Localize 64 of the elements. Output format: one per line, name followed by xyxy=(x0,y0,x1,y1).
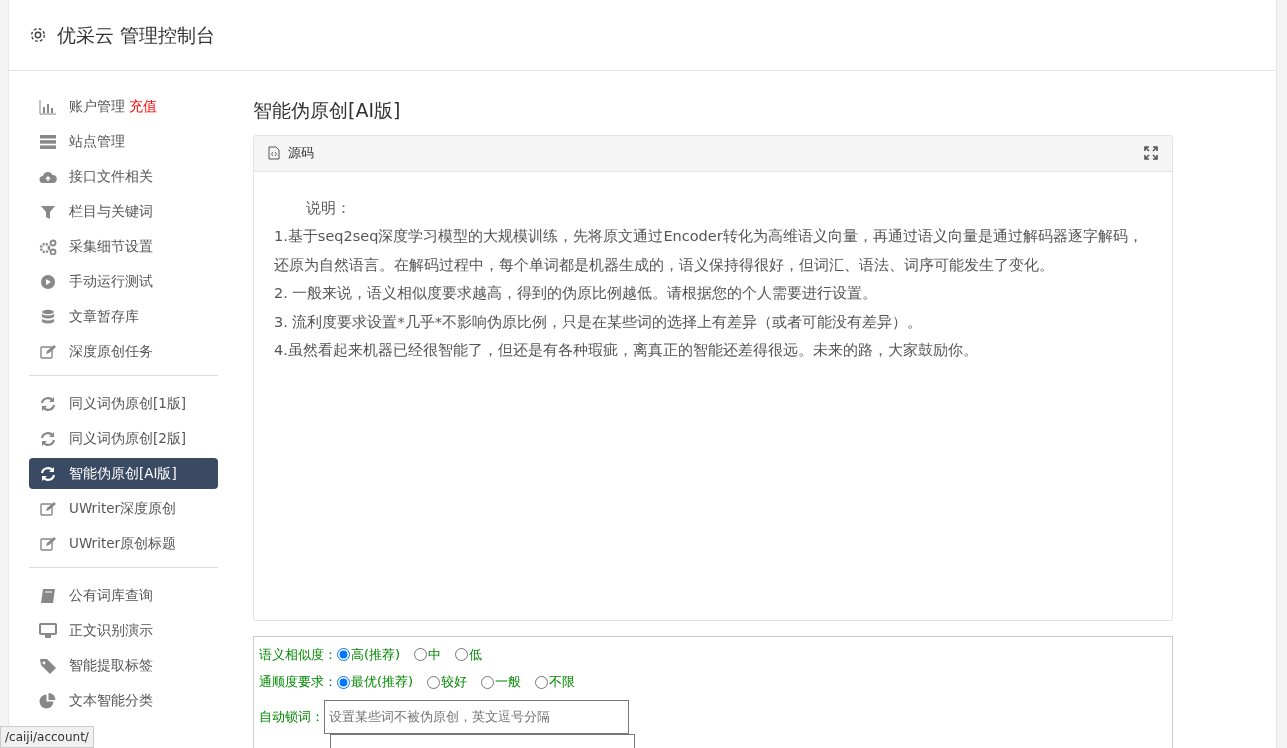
fullscreen-icon[interactable] xyxy=(1144,146,1158,161)
radio-button[interactable] xyxy=(414,648,428,662)
sidebar-item[interactable]: UWriter深度原创 xyxy=(29,493,218,524)
bar-chart-icon xyxy=(39,98,57,115)
sidebar-item[interactable]: 采集细节设置 xyxy=(29,231,218,262)
radio-label[interactable]: 较好 xyxy=(441,672,468,692)
description-text: 1.基于seq2seq深度学习模型的大规模训练，先将原文通过Encoder转化为高维语义向量，再通过语义向量是通过解码器逐字解码，还原为自然语言。在解码过程中，每个单词都是机器生成的，语义保持得很好，但词汇、语法、词序可能发生了变化。 xyxy=(274,227,1144,275)
settings-icon xyxy=(29,26,47,44)
refresh-icon xyxy=(39,395,57,412)
app-title: 优采云 管理控制台 xyxy=(57,23,216,47)
sidebar-item[interactable]: 正文识别演示 xyxy=(29,615,218,646)
radio-label[interactable]: 高(推荐) xyxy=(351,644,401,665)
page-title: 智能伪原创[AI版] xyxy=(253,99,402,122)
tag-icon xyxy=(39,657,57,674)
sidebar-item[interactable]: 账户管理 充值 xyxy=(29,91,218,122)
monitor-icon xyxy=(39,622,57,639)
refresh-icon xyxy=(39,465,57,482)
gears-icon xyxy=(39,238,57,255)
option-label: 通顺度要求： xyxy=(259,673,337,692)
description-text: 说明： xyxy=(305,198,352,218)
sidebar-item[interactable]: UWriter原创标题 xyxy=(29,528,218,559)
radio-label[interactable]: 低 xyxy=(469,644,483,665)
filter-icon xyxy=(39,203,57,220)
server-icon xyxy=(39,133,57,150)
radio-label[interactable]: 中 xyxy=(428,644,442,665)
edit-icon xyxy=(39,500,57,517)
edit-icon xyxy=(39,535,57,552)
radio-label[interactable]: 最优(推荐) xyxy=(351,672,414,692)
sidebar-item[interactable]: 接口文件相关 xyxy=(29,161,218,192)
radio-label[interactable]: 一般 xyxy=(495,672,522,692)
sidebar-item[interactable]: 文章暂存库 xyxy=(29,301,218,332)
refresh-icon xyxy=(39,430,57,447)
option-label: 语义相似度： xyxy=(259,645,337,664)
radio-button[interactable] xyxy=(427,675,441,689)
description-text: 4.虽然看起来机器已经很智能了，但还是有各种瑕疵，离真正的智能还差得很远。未来的路，大家鼓励你。 xyxy=(274,341,979,361)
status-url: /caiji/account/ xyxy=(0,726,94,748)
description-text: 3. 流利度要求设置*几乎*不影响伪原比例，只是在某些词的选择上有差异（或者可能没有差异）。 xyxy=(274,312,923,332)
radio-button[interactable] xyxy=(455,648,469,662)
edit-icon xyxy=(39,343,57,360)
sidebar-item[interactable]: 文本智能分类 xyxy=(29,685,218,716)
radio-button[interactable] xyxy=(337,675,350,689)
sidebar-item[interactable]: 栏目与关键词 xyxy=(29,196,218,227)
sidebar-item[interactable]: 公有词库查询 xyxy=(29,580,218,611)
pie-chart-icon xyxy=(39,692,57,709)
radio-button[interactable] xyxy=(535,675,549,689)
source-label[interactable]: 源码 xyxy=(288,143,314,163)
sidebar-item[interactable]: 深度原创任务 xyxy=(29,336,218,367)
radio-button[interactable] xyxy=(481,675,495,689)
file-code-icon[interactable] xyxy=(268,146,280,161)
database-icon xyxy=(39,308,57,325)
radio-button[interactable] xyxy=(337,648,350,662)
description-text: 2. 一般来说，语义相似度要求越高，得到的伪原比例越低。请根据您的个人需要进行设置。 xyxy=(274,284,879,304)
radio-label[interactable]: 不限 xyxy=(549,672,576,692)
lock-words-field[interactable]: 设置某些词不被伪原创，英文逗号分隔 xyxy=(324,699,629,734)
sidebar-item[interactable]: 智能伪原创[AI版] xyxy=(29,458,218,489)
sidebar-item[interactable]: 同义词伪原创[1版] xyxy=(29,388,218,419)
option-label: 自动锁词： xyxy=(259,708,324,727)
sidebar-item[interactable]: 智能提取标签 xyxy=(29,650,218,681)
recharge-link[interactable]: 充值 xyxy=(129,96,157,117)
book-icon xyxy=(39,587,57,604)
sidebar-item[interactable]: 站点管理 xyxy=(29,126,218,157)
play-icon xyxy=(39,273,57,290)
sidebar-item[interactable]: 手动运行测试 xyxy=(29,266,218,297)
sidebar-item[interactable]: 同义词伪原创[2版] xyxy=(29,423,218,454)
